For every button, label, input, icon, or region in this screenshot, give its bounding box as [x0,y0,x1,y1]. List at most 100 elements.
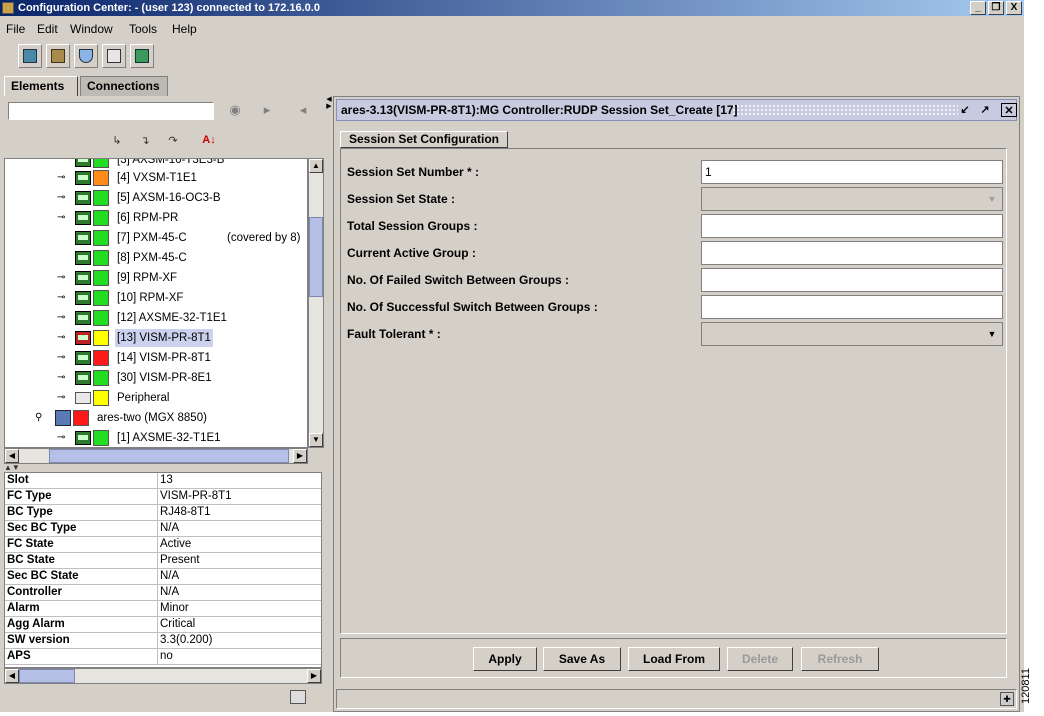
tree-row[interactable]: ⊸ Peripheral [5,389,307,407]
element-tree[interactable]: [3] AXSM-16-T3E3-B ⊸ [4] VXSM-T1E1 ⊸ [5]… [4,158,308,448]
expand-handle-icon[interactable]: ⊸ [57,353,71,363]
exit-icon-button[interactable] [130,44,154,68]
sort-az-icon[interactable]: A↓ [200,134,218,152]
tree-vertical-scrollbar[interactable]: ▲ ▼ [308,158,324,448]
node-icon-button[interactable] [18,44,42,68]
tree-label[interactable]: [14] VISM-PR-8T1 [115,349,213,367]
expand-handle-icon[interactable]: ⊸ [57,333,71,343]
expand-handle-icon[interactable]: ⊸ [57,373,71,383]
tree-row[interactable]: [8] PXM-45-C [5,249,307,267]
expand-tree-icon[interactable]: ↳ [108,134,126,152]
scroll-right-icon[interactable]: ▶ [307,669,321,683]
expand-handle-icon[interactable]: ⊸ [57,273,71,283]
expand-handle-icon[interactable]: ⊸ [57,293,71,303]
chevron-down-icon[interactable]: ▼ [984,323,1000,345]
failed-switch-input[interactable] [701,268,1003,292]
menu-window[interactable]: Window [70,22,113,36]
scroll-down-icon[interactable]: ▼ [309,433,323,447]
tree-row[interactable]: ⊸ [12] AXSME-32-T1E1 [5,309,307,327]
collapse-tree-icon[interactable]: ↴ [136,134,154,152]
save-as-button[interactable]: Save As [543,647,621,671]
tree-row[interactable]: ⊸ [14] VISM-PR-8T1 [5,349,307,367]
tree-row[interactable]: ⊸ [1] AXSME-32-T1E1 [5,429,307,447]
tree-label[interactable]: Peripheral [115,389,171,407]
tools-icon-button[interactable] [46,44,70,68]
scroll-right-icon[interactable]: ▶ [293,449,307,463]
tree-label[interactable]: [6] RPM-PR [115,209,180,227]
scroll-left-icon[interactable]: ◀ [5,669,19,683]
scroll-thumb[interactable] [49,449,289,463]
tree-label[interactable]: [10] RPM-XF [115,289,185,307]
fault-tolerant-select[interactable]: ▼ [701,322,1003,346]
properties-horizontal-scrollbar[interactable]: ◀ ▶ [4,668,322,684]
close-frame-icon[interactable]: ✕ [1001,103,1017,117]
scroll-left-icon[interactable]: ◀ [5,449,19,463]
tree-label[interactable]: [5] AXSM-16-OC3-B [115,189,223,207]
current-active-group-input[interactable] [701,241,1003,265]
collapse-handle-icon[interactable]: ⚲ [35,413,49,423]
filter-tree-icon[interactable]: ↷ [164,134,182,152]
scroll-up-icon[interactable]: ▲ [309,159,323,173]
window-icon-button[interactable] [102,44,126,68]
tree-row[interactable]: ⊸ [4] VXSM-T1E1 [5,169,307,187]
tree-horizontal-scrollbar[interactable]: ◀ ▶ [4,448,308,464]
close-button[interactable]: X [1006,1,1022,15]
tree-label[interactable]: [8] PXM-45-C [115,249,189,267]
tree-row[interactable]: ⊸ [9] RPM-XF [5,269,307,287]
load-from-button[interactable]: Load From [628,647,720,671]
property-value: Present [157,553,321,569]
minimize-frame-icon[interactable]: ↙ [957,103,973,117]
find-prev-icon[interactable]: ◂ [294,102,312,120]
tab-elements[interactable]: Elements [4,76,78,96]
tree-row[interactable]: ⊸ [30] VISM-PR-8E1 [5,369,307,387]
resize-grip-icon[interactable]: ✚ [1000,692,1014,706]
expand-handle-icon[interactable]: ⊸ [57,433,71,443]
tree-label[interactable]: [30] VISM-PR-8E1 [115,369,214,387]
find-next-icon[interactable]: ▸ [258,102,276,120]
binoculars-icon[interactable]: ◉ [226,102,244,120]
apply-button[interactable]: Apply [473,647,537,671]
expand-handle-icon[interactable]: ⊸ [57,393,71,403]
maximize-button[interactable]: ❐ [988,1,1004,15]
menu-file[interactable]: File [6,22,25,36]
tree-label[interactable]: [12] AXSME-32-T1E1 [115,309,229,327]
tree-label[interactable]: [3] AXSM-16-T3E3-B [115,159,226,169]
scroll-thumb[interactable] [19,669,75,683]
tab-session-set-configuration[interactable]: Session Set Configuration [340,131,509,148]
restore-frame-icon[interactable]: ↗ [977,103,993,117]
menu-tools[interactable]: Tools [129,22,157,36]
expand-handle-icon[interactable]: ⊸ [57,313,71,323]
tree-label[interactable]: [7] PXM-45-C [115,229,189,247]
expand-handle-icon[interactable]: ⊸ [57,213,71,223]
collapse-left-icon[interactable]: ◀ [326,96,332,103]
tree-label[interactable]: [1] AXSME-32-T1E1 [115,429,223,447]
tree-row[interactable]: ⊸ [5] AXSM-16-OC3-B [5,189,307,207]
vertical-splitter[interactable]: ◀ ▶ [326,96,332,712]
network-status-icon[interactable] [290,690,306,704]
tree-label[interactable]: [4] VXSM-T1E1 [115,169,199,187]
tree-row[interactable]: [7] PXM-45-C (covered by 8) [5,229,307,247]
expand-handle-icon[interactable]: ⊸ [57,193,71,203]
session-set-number-input[interactable]: 1 [701,160,1003,184]
tree-label[interactable]: ares-two (MGX 8850) [95,409,209,427]
total-session-groups-input[interactable] [701,214,1003,238]
menu-help[interactable]: Help [172,22,197,36]
search-input[interactable] [8,102,214,120]
scroll-thumb[interactable] [309,217,323,297]
tree-row[interactable]: ⊸ [10] RPM-XF [5,289,307,307]
tree-row[interactable]: ⊸ [6] RPM-PR [5,209,307,227]
expand-right-icon[interactable]: ▶ [326,103,332,110]
expand-handle-icon[interactable]: ⊸ [57,173,71,183]
tree-row-selected[interactable]: ⊸ [13] VISM-PR-8T1 [5,329,307,347]
tree-label[interactable]: [13] VISM-PR-8T1 [115,329,213,347]
card-icon [75,291,91,305]
tab-connections[interactable]: Connections [80,76,168,96]
tree-row[interactable]: [3] AXSM-16-T3E3-B [5,159,307,169]
minimize-button[interactable]: _ [970,1,986,15]
tree-label[interactable]: [9] RPM-XF [115,269,179,287]
successful-switch-input[interactable] [701,295,1003,319]
split-handle[interactable]: ▲▼ [4,464,324,472]
tree-row[interactable]: ⚲ ares-two (MGX 8850) [5,409,307,427]
shield-icon-button[interactable] [74,44,98,68]
menu-edit[interactable]: Edit [37,22,58,36]
